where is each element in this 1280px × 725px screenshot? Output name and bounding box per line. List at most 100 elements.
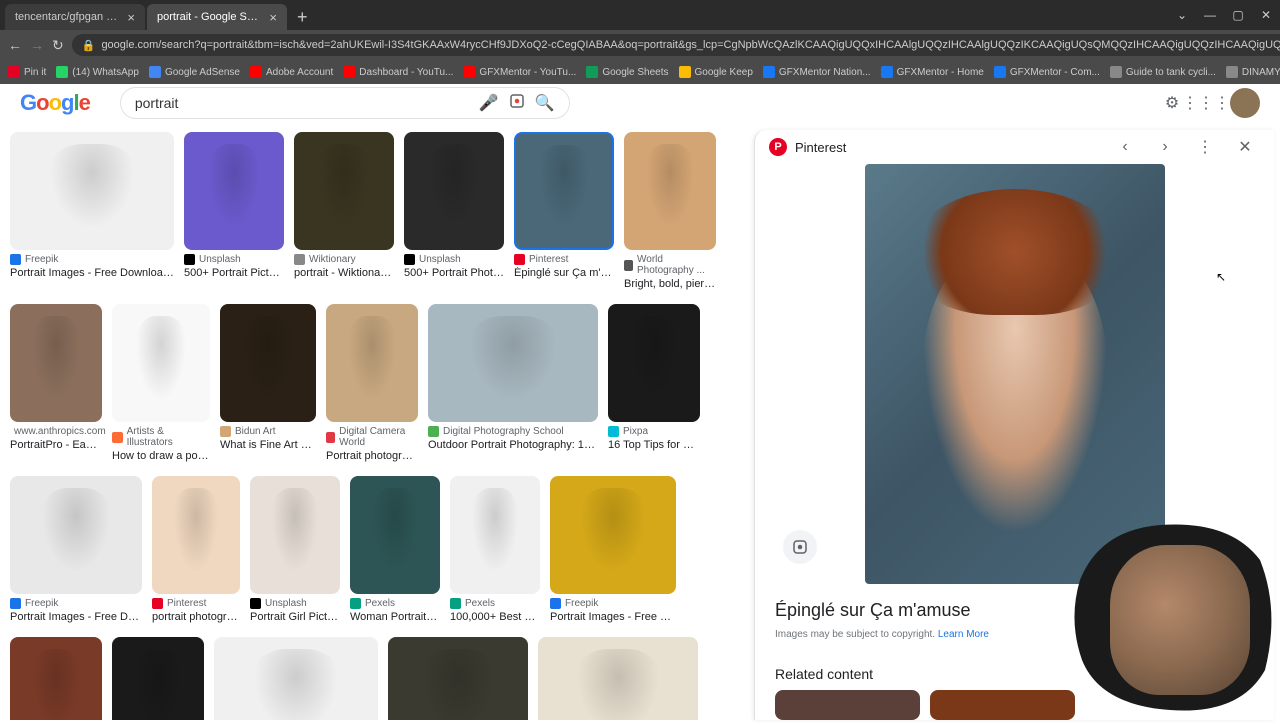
- image-result[interactable]: Pexels: [388, 637, 528, 720]
- result-thumbnail[interactable]: [10, 637, 102, 720]
- search-icon[interactable]: 🔍: [535, 93, 555, 113]
- image-result[interactable]: Freepik Portrait Images - Free Download …: [10, 132, 174, 290]
- image-result[interactable]: Icon Photography S...: [10, 637, 102, 720]
- result-thumbnail[interactable]: [152, 476, 240, 594]
- result-thumbnail[interactable]: [624, 132, 716, 250]
- bookmark-item[interactable]: Guide to tank cycli...: [1110, 66, 1216, 78]
- related-image-thumb[interactable]: [775, 690, 920, 720]
- bookmark-item[interactable]: Pin it: [8, 66, 46, 78]
- image-result[interactable]: Digital Photography School Outdoor Portr…: [428, 304, 598, 462]
- result-thumbnail[interactable]: [10, 132, 174, 250]
- result-source: Digital Camera World: [326, 426, 418, 448]
- bookmark-item[interactable]: Google Keep: [679, 66, 753, 78]
- image-result[interactable]: Bidun Art: [538, 637, 698, 720]
- bookmark-item[interactable]: (14) WhatsApp: [56, 66, 139, 78]
- preview-more-icon[interactable]: ⋮: [1190, 132, 1220, 162]
- image-result[interactable]: Unsplash Portrait Girl Picture...: [250, 476, 340, 623]
- result-source-label: Unsplash: [199, 254, 241, 265]
- preview-prev-button[interactable]: ‹: [1110, 132, 1140, 162]
- image-result[interactable]: Artists & Illustrators How to draw a por…: [112, 304, 210, 462]
- new-tab-button[interactable]: +: [289, 4, 316, 30]
- result-thumbnail[interactable]: [326, 304, 418, 422]
- bookmark-item[interactable]: GFXMentor - Home: [881, 66, 984, 78]
- bookmark-favicon-icon: [994, 66, 1006, 78]
- result-thumbnail[interactable]: [514, 132, 614, 250]
- minimize-window-button[interactable]: —: [1196, 0, 1224, 30]
- bookmark-item[interactable]: DINAMYTE: [1226, 66, 1280, 78]
- back-button[interactable]: ←: [8, 37, 22, 53]
- image-result[interactable]: Bidun Art What is Fine Art Po...: [220, 304, 316, 462]
- result-source-label: Freepik: [565, 598, 598, 609]
- image-result[interactable]: Pinterest portrait photograph...: [152, 476, 240, 623]
- result-thumbnail[interactable]: [10, 304, 102, 422]
- google-lens-button[interactable]: [783, 530, 817, 564]
- preview-close-button[interactable]: ✕: [1230, 132, 1260, 162]
- result-thumbnail[interactable]: [112, 304, 210, 422]
- chevron-down-icon[interactable]: ⌄: [1168, 0, 1196, 30]
- result-thumbnail[interactable]: [220, 304, 316, 422]
- bookmark-item[interactable]: Google Sheets: [586, 66, 668, 78]
- result-thumbnail[interactable]: [450, 476, 540, 594]
- image-result[interactable]: Pexels Woman Portrait Ph...: [350, 476, 440, 623]
- result-thumbnail[interactable]: [250, 476, 340, 594]
- image-result[interactable]: Freepik Portrait Images - Free Down...: [550, 476, 676, 623]
- bookmark-item[interactable]: Dashboard - YouTu...: [343, 66, 453, 78]
- reload-button[interactable]: ↻: [52, 37, 64, 54]
- settings-gear-icon[interactable]: ⚙: [1162, 93, 1182, 113]
- search-input[interactable]: [135, 95, 471, 111]
- image-result[interactable]: www.anthropics.com PortraitPro - Easy P.…: [10, 304, 102, 462]
- preview-next-button[interactable]: ›: [1150, 132, 1180, 162]
- result-thumbnail[interactable]: [112, 637, 204, 720]
- address-bar[interactable]: 🔒 google.com/search?q=portrait&tbm=isch&…: [72, 34, 1280, 56]
- result-thumbnail[interactable]: [608, 304, 700, 422]
- preview-image[interactable]: [865, 164, 1165, 584]
- maximize-window-button[interactable]: ▢: [1224, 0, 1252, 30]
- close-tab-icon[interactable]: ×: [127, 10, 135, 25]
- close-tab-icon[interactable]: ×: [269, 10, 277, 25]
- result-source: Unsplash: [184, 254, 284, 265]
- image-result[interactable]: World Photography ... Bright, bold, pier…: [624, 132, 716, 290]
- result-thumbnail[interactable]: [550, 476, 676, 594]
- related-image-thumb[interactable]: [930, 690, 1075, 720]
- related-content-heading: Related content: [755, 656, 1274, 690]
- result-title: What is Fine Art Po...: [220, 439, 316, 451]
- browser-tab-1[interactable]: portrait - Google Search ×: [147, 4, 287, 30]
- result-thumbnail[interactable]: [184, 132, 284, 250]
- search-box[interactable]: 🎤 🔍: [120, 87, 570, 119]
- bookmarks-bar: Pin it (14) WhatsApp Google AdSense Adobe A…: [0, 60, 1280, 84]
- google-logo[interactable]: Google: [20, 90, 90, 116]
- bookmark-item[interactable]: GFXMentor - Com...: [994, 66, 1100, 78]
- result-thumbnail[interactable]: [538, 637, 698, 720]
- image-result[interactable]: Pixpa 16 Top Tips for Port...: [608, 304, 700, 462]
- preview-source[interactable]: P Pinterest: [769, 138, 1100, 156]
- image-result[interactable]: Wiktionary portrait - Wiktionary, ...: [294, 132, 394, 290]
- result-thumbnail[interactable]: [294, 132, 394, 250]
- account-avatar[interactable]: [1230, 88, 1260, 118]
- image-result[interactable]: Digital Camera World Portrait photograph…: [326, 304, 418, 462]
- result-thumbnail[interactable]: [404, 132, 504, 250]
- apps-grid-icon[interactable]: ⋮⋮⋮: [1196, 93, 1216, 113]
- bookmark-item[interactable]: GFXMentor - YouTu...: [463, 66, 576, 78]
- image-result[interactable]: Freepik Portrait Images - Free Downl...: [10, 476, 142, 623]
- bookmark-item[interactable]: Google AdSense: [149, 66, 240, 78]
- image-result[interactable]: Expert Photography: [112, 637, 204, 720]
- lens-search-icon[interactable]: [507, 92, 527, 115]
- browser-tab-0[interactable]: tencentarc/gfpgan – Run with an... ×: [5, 4, 145, 30]
- image-result[interactable]: Pexels 100,000+ Best Portr...: [450, 476, 540, 623]
- result-thumbnail[interactable]: [350, 476, 440, 594]
- image-result[interactable]: Unsplash 500+ Portrait Photo...: [404, 132, 504, 290]
- image-result[interactable]: The New Yorker: [214, 637, 378, 720]
- bookmark-item[interactable]: GFXMentor Nation...: [763, 66, 871, 78]
- result-thumbnail[interactable]: [388, 637, 528, 720]
- result-thumbnail[interactable]: [10, 476, 142, 594]
- learn-more-link[interactable]: Learn More: [938, 629, 989, 640]
- source-favicon-icon: [550, 598, 561, 609]
- image-result[interactable]: Unsplash 500+ Portrait Pictures...: [184, 132, 284, 290]
- close-window-button[interactable]: ✕: [1252, 0, 1280, 30]
- voice-search-icon[interactable]: 🎤: [479, 93, 499, 113]
- result-thumbnail[interactable]: [428, 304, 598, 422]
- image-result[interactable]: Pinterest Épinglé sur Ça m'a...: [514, 132, 614, 290]
- bookmark-item[interactable]: Adobe Account: [250, 66, 333, 78]
- forward-button[interactable]: →: [30, 37, 44, 53]
- result-thumbnail[interactable]: [214, 637, 378, 720]
